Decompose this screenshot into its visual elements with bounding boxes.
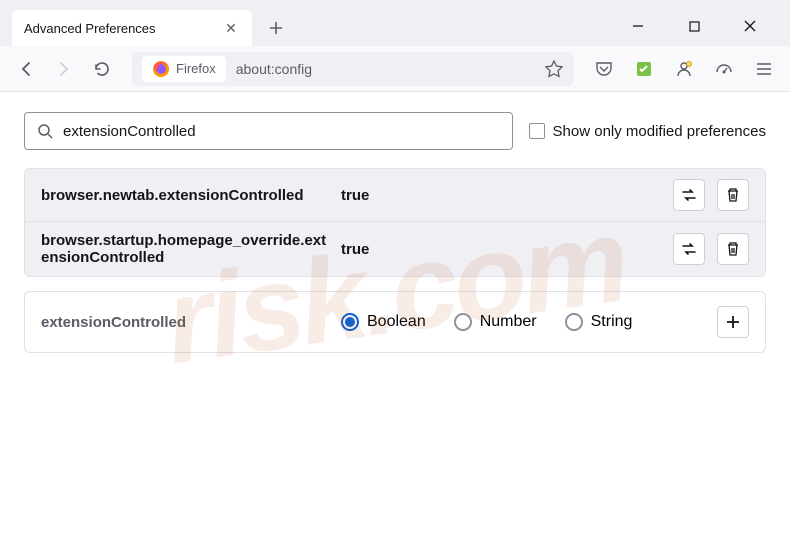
minimize-button[interactable] (622, 14, 654, 38)
show-modified-checkbox[interactable] (529, 123, 545, 139)
account-icon[interactable] (668, 53, 700, 85)
pref-row[interactable]: browser.startup.homepage_override.extens… (25, 222, 765, 276)
pocket-icon[interactable] (588, 53, 620, 85)
pref-value: true (341, 241, 673, 258)
maximize-button[interactable] (678, 14, 710, 38)
pref-value: true (341, 187, 673, 204)
new-tab-button[interactable] (260, 12, 292, 44)
close-tab-icon[interactable]: ✕ (222, 19, 240, 37)
toggle-button[interactable] (673, 233, 705, 265)
urlbar[interactable]: Firefox about:config (132, 52, 574, 86)
content: Show only modified preferences browser.n… (0, 92, 790, 373)
tab-title: Advanced Preferences (24, 21, 222, 36)
forward-button[interactable] (48, 53, 80, 85)
window-controls (622, 14, 782, 38)
identity-box[interactable]: Firefox (142, 56, 226, 82)
delete-button[interactable] (717, 233, 749, 265)
type-options: Boolean Number String (341, 313, 717, 331)
reload-button[interactable] (86, 53, 118, 85)
extension-icon[interactable] (628, 53, 660, 85)
pref-actions (673, 233, 749, 265)
add-button[interactable] (717, 306, 749, 338)
search-input[interactable] (63, 123, 500, 140)
pref-row[interactable]: browser.newtab.extensionControlled true (25, 169, 765, 222)
titlebar: Advanced Preferences ✕ (0, 0, 790, 46)
radio-string[interactable]: String (565, 313, 633, 331)
pref-name: browser.startup.homepage_override.extens… (41, 232, 341, 266)
identity-label: Firefox (176, 61, 216, 76)
close-window-button[interactable] (734, 14, 766, 38)
navbar: Firefox about:config (0, 46, 790, 92)
add-pref-name: extensionControlled (41, 314, 341, 331)
pref-results: browser.newtab.extensionControlled true … (24, 168, 766, 277)
bookmark-star-icon[interactable] (544, 59, 564, 79)
url-text: about:config (236, 61, 534, 77)
dashboard-icon[interactable] (708, 53, 740, 85)
radio-button[interactable] (341, 313, 359, 331)
menu-icon[interactable] (748, 53, 780, 85)
radio-number[interactable]: Number (454, 313, 537, 331)
search-icon (37, 123, 53, 139)
pref-actions (673, 179, 749, 211)
delete-button[interactable] (717, 179, 749, 211)
radio-boolean[interactable]: Boolean (341, 313, 426, 331)
search-row: Show only modified preferences (24, 112, 766, 150)
show-modified-checkbox-label[interactable]: Show only modified preferences (529, 123, 766, 140)
firefox-icon (152, 60, 170, 78)
search-box[interactable] (24, 112, 513, 150)
checkbox-text: Show only modified preferences (553, 123, 766, 140)
toggle-button[interactable] (673, 179, 705, 211)
pref-name: browser.newtab.extensionControlled (41, 187, 341, 204)
back-button[interactable] (10, 53, 42, 85)
tab[interactable]: Advanced Preferences ✕ (12, 10, 252, 46)
radio-button[interactable] (565, 313, 583, 331)
add-pref-row: extensionControlled Boolean Number Strin… (24, 291, 766, 353)
toolbar-icons (588, 53, 780, 85)
radio-button[interactable] (454, 313, 472, 331)
